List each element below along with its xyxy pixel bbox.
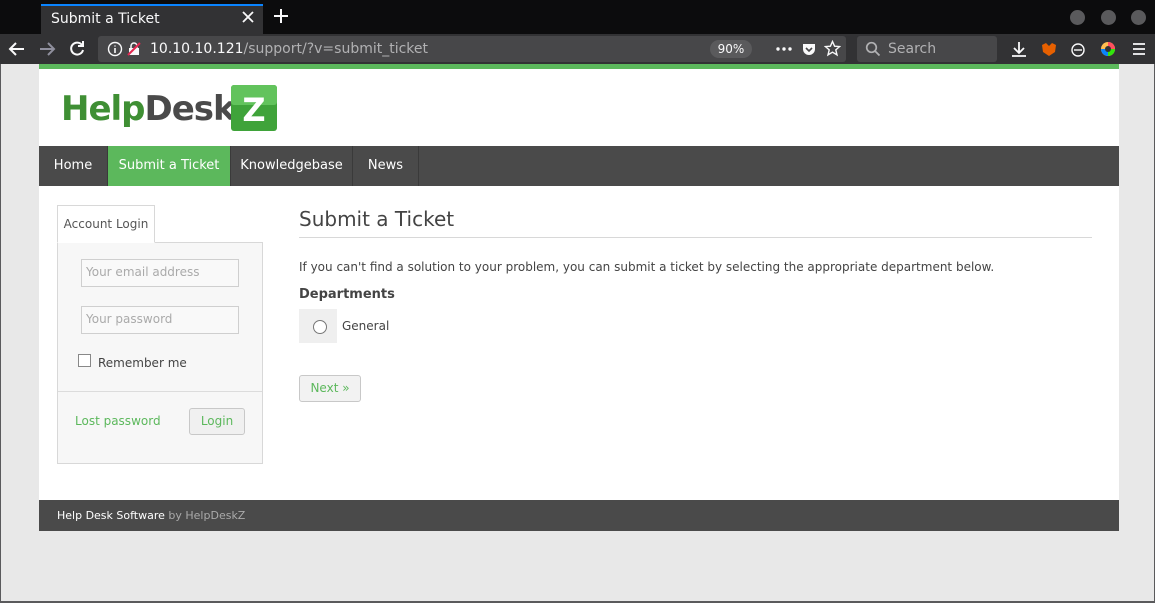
- download-icon[interactable]: [1010, 40, 1028, 58]
- zoom-indicator[interactable]: 90%: [710, 40, 752, 58]
- more-actions-icon[interactable]: [776, 42, 792, 56]
- remember-me-checkbox[interactable]: [78, 354, 91, 367]
- department-label-general[interactable]: General: [342, 319, 389, 333]
- login-panel: Your email address Your password Remembe…: [57, 242, 263, 464]
- back-icon[interactable]: [8, 40, 26, 58]
- search-bar[interactable]: Search: [857, 36, 997, 62]
- insecure-lock-icon[interactable]: [126, 41, 142, 57]
- main-menu: Home Submit a Ticket Knowledgebase News: [39, 146, 1119, 186]
- new-tab-icon[interactable]: [272, 7, 290, 25]
- page-viewport: HelpDesk Z Home Submit a Ticket Knowledg…: [0, 64, 1155, 603]
- search-placeholder: Search: [888, 41, 937, 57]
- account-login-tab[interactable]: Account Login: [57, 205, 155, 243]
- footer-by-text: by HelpDeskZ: [168, 509, 246, 522]
- tab-bar: Submit a Ticket: [0, 0, 1155, 34]
- department-radio-wrapper: [299, 309, 337, 343]
- page-title: Submit a Ticket: [299, 207, 455, 231]
- maximize-icon[interactable]: [1101, 10, 1116, 25]
- info-icon[interactable]: [107, 41, 123, 57]
- url-path: /support/?v=submit_ticket: [243, 41, 429, 57]
- site-container: HelpDesk Z Home Submit a Ticket Knowledg…: [39, 64, 1119, 531]
- next-button[interactable]: Next »: [299, 375, 361, 402]
- title-divider: [299, 237, 1092, 238]
- pocket-icon[interactable]: [801, 41, 817, 57]
- login-button[interactable]: Login: [189, 408, 245, 435]
- url-text[interactable]: 10.10.10.121/support/?v=submit_ticket: [150, 41, 428, 57]
- hamburger-menu-icon[interactable]: [1130, 40, 1148, 58]
- tab-title: Submit a Ticket: [51, 11, 160, 27]
- intro-text: If you can't find a solution to your pro…: [299, 260, 995, 274]
- extension-fox-icon[interactable]: [1040, 40, 1058, 58]
- window-close-icon[interactable]: [1131, 10, 1146, 25]
- reload-icon[interactable]: [68, 40, 86, 58]
- extension-cloud-icon[interactable]: [1069, 40, 1087, 58]
- menu-item-news[interactable]: News: [353, 146, 419, 186]
- remember-me-label[interactable]: Remember me: [98, 356, 187, 370]
- menu-item-home[interactable]: Home: [39, 146, 108, 186]
- url-bar[interactable]: 10.10.10.121/support/?v=submit_ticket 90…: [98, 36, 846, 62]
- password-field[interactable]: Your password: [81, 306, 239, 334]
- helpdeskz-logo[interactable]: HelpDesk Z: [61, 82, 281, 134]
- lost-password-link[interactable]: Lost password: [75, 414, 161, 428]
- menu-item-knowledgebase[interactable]: Knowledgebase: [231, 146, 353, 186]
- forward-icon[interactable]: [38, 40, 56, 58]
- svg-text:Z: Z: [242, 91, 265, 129]
- footer-text: Help Desk Software by HelpDeskZ: [57, 509, 245, 522]
- minimize-icon[interactable]: [1070, 10, 1085, 25]
- svg-text:HelpDesk: HelpDesk: [61, 89, 237, 129]
- site-footer: Help Desk Software by HelpDeskZ: [39, 500, 1119, 531]
- email-field[interactable]: Your email address: [81, 259, 239, 287]
- extension-color-icon[interactable]: [1099, 40, 1117, 58]
- browser-tab[interactable]: Submit a Ticket: [41, 4, 263, 34]
- search-icon: [865, 41, 881, 57]
- login-divider: [58, 391, 262, 392]
- bookmark-star-icon[interactable]: [824, 40, 841, 57]
- close-icon[interactable]: [241, 10, 255, 24]
- footer-software-link[interactable]: Help Desk Software: [57, 509, 165, 522]
- navigation-toolbar: 10.10.10.121/support/?v=submit_ticket 90…: [0, 34, 1155, 64]
- menu-item-submit-ticket[interactable]: Submit a Ticket: [108, 146, 231, 186]
- url-host: 10.10.10.121: [150, 41, 244, 57]
- department-radio-general[interactable]: [313, 320, 327, 334]
- departments-heading: Departments: [299, 287, 395, 302]
